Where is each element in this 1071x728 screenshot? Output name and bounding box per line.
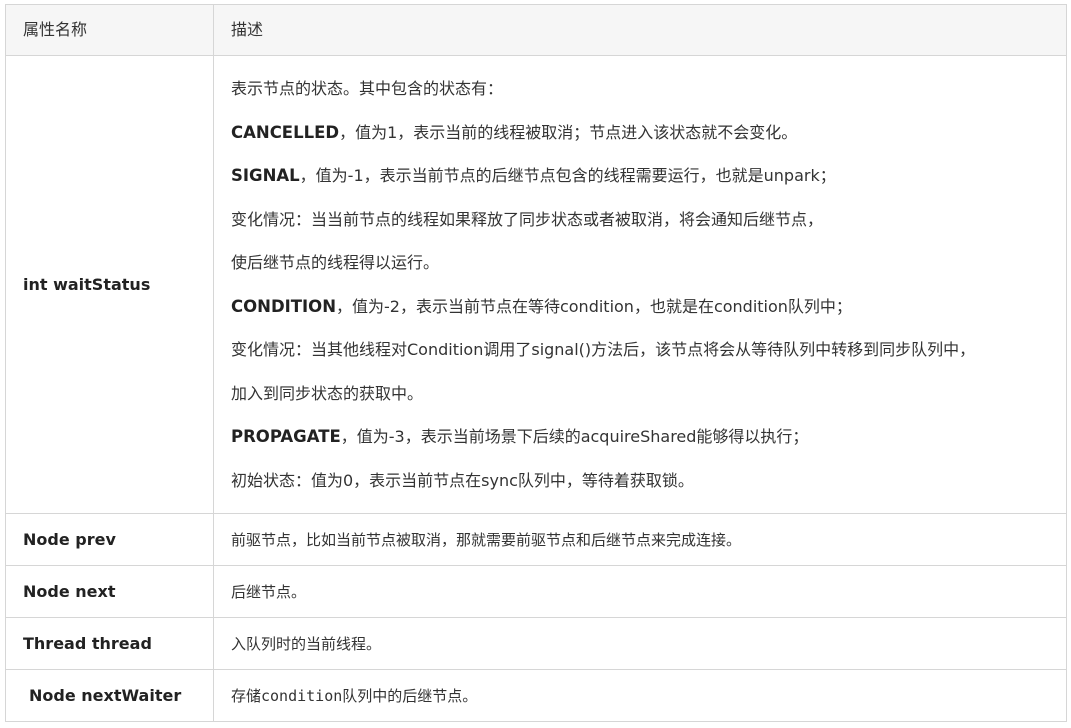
attribute-name-cell: int waitStatus: [5, 55, 214, 514]
desc-line: 变化情况：当其他线程对Condition调用了signal()方法后，该节点将会…: [231, 340, 976, 359]
desc-line: 初始状态：值为0，表示当前节点在sync队列中，等待着获取锁。: [231, 470, 694, 490]
table-row: Node prev 前驱节点，比如当前节点被取消，那就需要前驱节点和后继节点来完…: [5, 513, 1067, 566]
attribute-table: 属性名称 描述 int waitStatus 表示节点的状态。其中包含的状态有：…: [5, 4, 1067, 722]
table-row: Thread thread 入队列时的当前线程。: [5, 617, 1067, 670]
table-row: Node next 后继节点。: [5, 565, 1067, 618]
desc-line: PROPAGATE，值为-3，表示当前场景下后续的acquireShared能够…: [231, 427, 809, 446]
attribute-name-cell: Node next: [5, 565, 214, 618]
description-cell: 表示节点的状态。其中包含的状态有： CANCELLED，值为1，表示当前的线程被…: [213, 55, 1067, 514]
desc-line: 加入到同步状态的获取中。: [231, 383, 424, 403]
desc-line: SIGNAL，值为-1，表示当前节点的后继节点包含的线程需要运行，也就是unpa…: [231, 166, 836, 185]
desc-line: 表示节点的状态。其中包含的状态有：: [231, 79, 504, 98]
attribute-name-cell: Node prev: [5, 513, 214, 566]
description-cell: 存储condition队列中的后继节点。: [213, 669, 1067, 722]
desc-line: CANCELLED，值为1，表示当前的线程被取消；节点进入该状态就不会变化。: [231, 122, 798, 142]
description-cell: 前驱节点，比如当前节点被取消，那就需要前驱节点和后继节点来完成连接。: [213, 513, 1067, 566]
wait-status-description: 表示节点的状态。其中包含的状态有： CANCELLED，值为1，表示当前的线程被…: [231, 57, 1066, 512]
desc-line: 变化情况：当当前节点的线程如果释放了同步状态或者被取消，将会通知后继节点，: [231, 209, 824, 229]
attribute-name-cell: Node nextWaiter: [5, 669, 214, 722]
desc-line: CONDITION，值为-2，表示当前节点在等待condition，也就是在co…: [231, 296, 852, 316]
header-description: 描述: [213, 4, 1067, 56]
desc-line: 使后继节点的线程得以运行。: [231, 253, 440, 272]
header-attribute-name: 属性名称: [5, 4, 214, 56]
table-header-row: 属性名称 描述: [5, 4, 1067, 56]
table-row: Node nextWaiter 存储condition队列中的后继节点。: [5, 669, 1067, 722]
attribute-name-cell: Thread thread: [5, 617, 214, 670]
description-cell: 后继节点。: [213, 565, 1067, 618]
table-row: int waitStatus 表示节点的状态。其中包含的状态有： CANCELL…: [5, 55, 1067, 514]
description-cell: 入队列时的当前线程。: [213, 617, 1067, 670]
